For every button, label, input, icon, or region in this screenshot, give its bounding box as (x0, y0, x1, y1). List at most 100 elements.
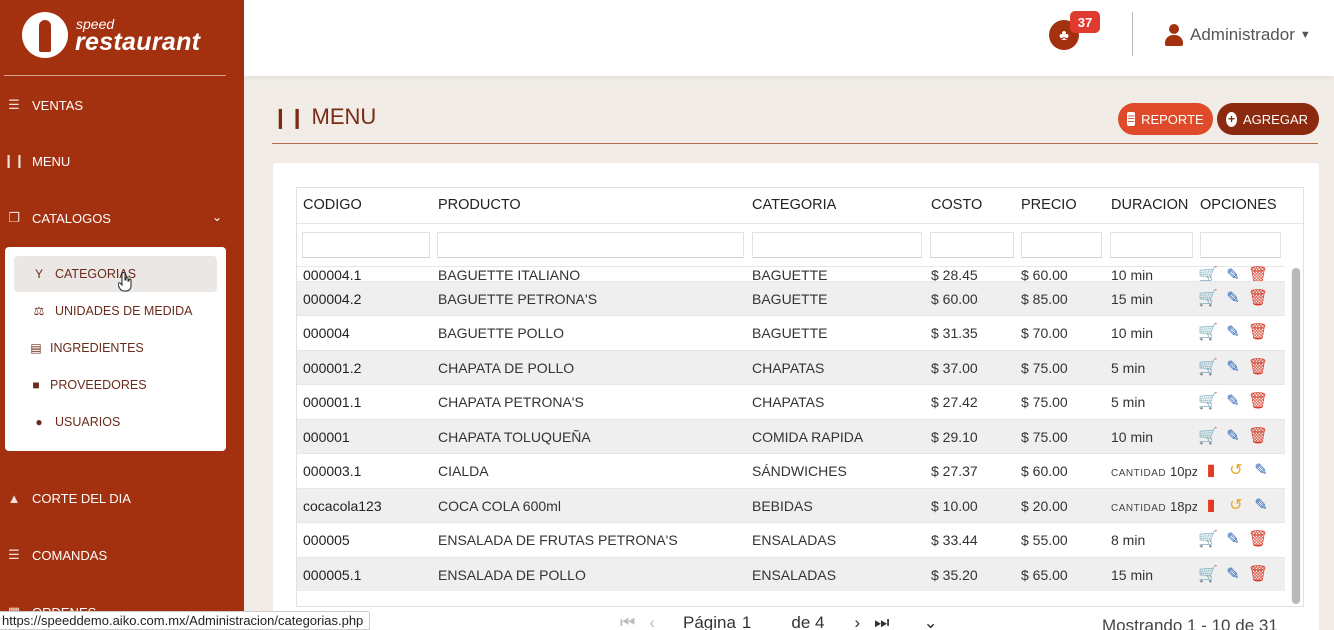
edit-icon[interactable]: ✎ (1222, 357, 1244, 379)
filter-costo-input[interactable] (930, 232, 1014, 258)
table-row: 000005 ENSALADA DE FRUTAS PETRONA'S ENSA… (297, 522, 1285, 557)
prev-page-icon[interactable]: ‹ (649, 613, 655, 630)
sidebar-item-menu[interactable]: ❙❙ MENU (0, 146, 244, 176)
sidebar-item-catalogos[interactable]: ❐ CATALOGOS ⌄ (0, 203, 244, 233)
submenu-item-ingredientes[interactable]: ▤ INGREDIENTES (14, 330, 217, 366)
cell-price: $ 75.00 (1021, 394, 1068, 410)
app-logo[interactable]: speed restaurant (22, 12, 222, 62)
filter-precio-input[interactable] (1021, 232, 1102, 258)
column-header[interactable]: COSTO (931, 197, 982, 213)
cell-cost: $ 33.44 (931, 532, 978, 548)
browser-status-url: https://speeddemo.aiko.com.mx/Administra… (0, 611, 371, 630)
catalogos-submenu: Y CATEGORIAS ⚖ UNIDADES DE MEDIDA ▤ INGR… (5, 247, 226, 451)
page-number-input[interactable]: 1 (742, 613, 751, 630)
row-options: 🛒 ✎ 🗑 (1197, 357, 1283, 379)
next-page-icon[interactable]: › (854, 613, 860, 630)
cart-icon[interactable]: 🛒 (1197, 564, 1219, 586)
scrollbar-thumb[interactable] (1292, 268, 1300, 604)
edit-icon[interactable]: ✎ (1250, 495, 1272, 517)
sidebar-item-comandas[interactable]: ☰ COMANDAS (0, 540, 244, 570)
cell-category: BEBIDAS (752, 497, 813, 514)
cell-code: 000001 (303, 428, 350, 445)
cell-duration: 15 min (1111, 566, 1154, 583)
table-row: cocacola123 COCA COLA 600ml BEBIDAS $ 10… (297, 487, 1285, 522)
edit-icon[interactable]: ✎ (1222, 564, 1244, 586)
cart-icon[interactable]: 🛒 (1197, 288, 1219, 310)
submenu-item-categorias[interactable]: Y CATEGORIAS (14, 256, 217, 292)
edit-icon[interactable]: ✎ (1222, 288, 1244, 310)
cell-duration: CANTIDAD 18pz (1111, 498, 1197, 514)
cart-icon[interactable]: 🛒 (1197, 322, 1219, 344)
filter-categoria-input[interactable] (752, 232, 922, 258)
cell-product: ENSALADA DE FRUTAS PETRONA'S (438, 532, 678, 548)
cart-icon[interactable]: 🛒 (1197, 529, 1219, 551)
cart-icon[interactable]: 🛒 (1197, 426, 1219, 448)
trash-icon[interactable]: 🗑 (1247, 391, 1269, 413)
chevron-down-icon: ⌄ (211, 210, 222, 224)
filter-duracion-input[interactable] (1110, 232, 1193, 258)
menu-table: CODIGO PRODUCTO CATEGORIA COSTO PRECIO D… (296, 187, 1304, 607)
last-page-icon[interactable]: ⏭ (874, 613, 889, 630)
page-total: de 4 (791, 613, 825, 630)
title-divider (272, 143, 1318, 144)
sidebar-item-ventas[interactable]: ☰ VENTAS (0, 90, 244, 120)
table-row: 000001.2 CHAPATA DE POLLO CHAPATAS $ 37.… (297, 349, 1285, 384)
table-scrollbar[interactable] (1291, 268, 1301, 604)
filter-producto-input[interactable] (437, 232, 744, 258)
sidebar-item-label: CATALOGOS (32, 210, 111, 226)
cell-product: COCA COLA 600ml (438, 497, 561, 514)
user-menu[interactable]: Administrador ▼ (1164, 22, 1311, 48)
report-button[interactable]: ☰ REPORTE (1118, 103, 1213, 135)
clipboard-icon[interactable]: ▮ (1200, 495, 1222, 517)
cart-icon[interactable]: 🛒 (1197, 391, 1219, 413)
edit-icon[interactable]: ✎ (1250, 460, 1272, 482)
column-header[interactable]: PRECIO (1021, 197, 1077, 213)
cell-cost: $ 60.00 (931, 290, 978, 307)
row-options: 🛒 ✎ 🗑 (1197, 426, 1283, 448)
add-button[interactable]: + AGREGAR (1217, 103, 1319, 135)
column-header[interactable]: DURACION (1111, 197, 1188, 213)
edit-icon[interactable]: ✎ (1222, 529, 1244, 551)
submenu-item-usuarios[interactable]: ● USUARIOS (14, 404, 217, 440)
cell-code: 000005 (303, 532, 350, 548)
page-title-text: MENU (311, 104, 377, 129)
column-header[interactable]: CODIGO (303, 197, 362, 213)
cell-code: 000005.1 (303, 566, 362, 583)
edit-icon[interactable]: ✎ (1222, 391, 1244, 413)
cell-duration: 10 min (1111, 428, 1154, 445)
clipboard-icon[interactable]: ▮ (1200, 460, 1222, 482)
filter-codigo-input[interactable] (302, 232, 430, 258)
trash-icon[interactable]: 🗑 (1247, 357, 1269, 379)
cell-price: $ 85.00 (1021, 290, 1068, 307)
first-page-icon[interactable]: ⏮ (620, 613, 635, 630)
edit-icon[interactable]: ✎ (1222, 426, 1244, 448)
records-info: Mostrando 1 - 10 de 31 (1102, 616, 1278, 630)
users-icon: ● (35, 415, 43, 429)
cart-icon[interactable]: 🛒 (1197, 357, 1219, 379)
sidebar-item-label: COMANDAS (32, 547, 108, 563)
sidebar-item-label: VENTAS (32, 97, 84, 113)
trash-icon[interactable]: 🗑 (1247, 322, 1269, 344)
edit-icon[interactable]: ✎ (1222, 322, 1244, 344)
table-row: 000004 BAGUETTE POLLO BAGUETTE $ 31.35 $… (297, 315, 1285, 350)
column-header[interactable]: PRODUCTO (438, 197, 521, 213)
cell-category: CHAPATAS (752, 394, 825, 410)
trash-icon[interactable]: 🗑 (1247, 529, 1269, 551)
page-size-dropdown-icon[interactable]: ⌄ (923, 613, 937, 630)
submenu-item-proveedores[interactable]: ■ PROVEEDORES (14, 367, 217, 403)
sidebar-item-corte-del-dia[interactable]: ▲ CORTE DEL DIA (0, 483, 244, 513)
filter-opciones-input[interactable] (1200, 232, 1281, 258)
trash-icon[interactable]: 🗑 (1247, 288, 1269, 310)
sidebar-divider (4, 75, 226, 76)
column-header[interactable]: CATEGORIA (752, 197, 836, 213)
history-icon[interactable]: ↺ (1225, 460, 1247, 482)
utensils-icon: ❙❙ (3, 153, 25, 168)
table-row: 000001 CHAPATA TOLUQUEÑA COMIDA RAPIDA $… (297, 418, 1285, 453)
cell-product: CHAPATA TOLUQUEÑA (438, 428, 591, 445)
submenu-item-unidades[interactable]: ⚖ UNIDADES DE MEDIDA (14, 293, 217, 329)
trash-icon[interactable]: 🗑 (1247, 564, 1269, 586)
add-button-label: AGREGAR (1242, 111, 1308, 127)
history-icon[interactable]: ↺ (1225, 495, 1247, 517)
user-name: Administrador (1190, 25, 1295, 44)
trash-icon[interactable]: 🗑 (1247, 426, 1269, 448)
